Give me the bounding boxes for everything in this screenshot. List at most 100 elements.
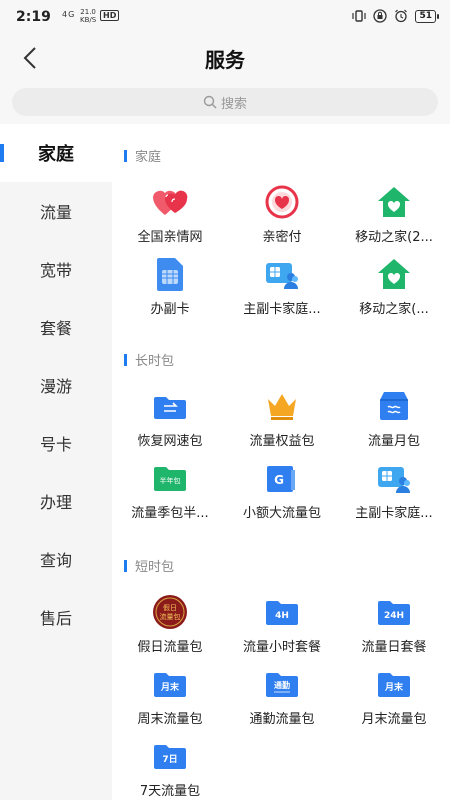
- service-item[interactable]: 7日 7天流量包: [114, 736, 226, 800]
- badge-text: 24H: [384, 611, 404, 621]
- service-label: 亲密付: [262, 226, 301, 245]
- search-area: 搜索: [0, 80, 450, 124]
- sidebar-item-apply[interactable]: 办理: [0, 472, 112, 530]
- crown-icon: [265, 391, 299, 421]
- service-item[interactable]: 移动之家(...: [338, 254, 450, 326]
- sidebar-item-aftersales[interactable]: 售后: [0, 588, 112, 646]
- badge-text: 月末: [160, 681, 180, 693]
- service-content: 家庭 全国亲情网 亲密付 移动之家(2... 办副卡 主副卡家庭... 移动之家…: [112, 124, 450, 800]
- page-title: 服务: [0, 44, 450, 73]
- sim-card-icon: [155, 256, 185, 292]
- badge-text: G: [274, 473, 284, 487]
- seven-day-icon: 7日: [153, 741, 187, 771]
- service-label: 主副卡家庭...: [243, 298, 320, 317]
- service-item[interactable]: G 小额大流量包: [226, 458, 338, 530]
- search-input[interactable]: 搜索: [12, 88, 438, 116]
- badge-text: 4H: [275, 611, 289, 621]
- day-icon: 24H: [377, 597, 411, 627]
- section-title-long: 长时包: [124, 350, 174, 369]
- speed-unit: KB/S: [80, 16, 96, 24]
- weekend-icon: 月末: [153, 669, 187, 699]
- g-data-icon: G: [265, 462, 299, 494]
- badge-text: 半年包: [160, 476, 181, 485]
- service-item[interactable]: 主副卡家庭...: [226, 254, 338, 326]
- service-item[interactable]: 主副卡家庭...: [338, 458, 450, 530]
- hour-icon: 4H: [265, 597, 299, 627]
- sidebar-item-data[interactable]: 流量: [0, 182, 112, 240]
- service-item[interactable]: 办副卡: [114, 254, 226, 326]
- service-item[interactable]: 半年包 流量季包半...: [114, 458, 226, 530]
- alarm-icon: [394, 9, 408, 23]
- category-sidebar: 家庭 流量 宽带 套餐 漫游 号卡 办理 查询 售后: [0, 124, 112, 800]
- badge-text: 流量包: [160, 612, 181, 621]
- service-label: 假日流量包: [137, 636, 202, 655]
- service-item[interactable]: 通勤 通勤流量包: [226, 664, 338, 736]
- service-item[interactable]: 亲密付: [226, 182, 338, 254]
- service-item[interactable]: 4H 流量小时套餐: [226, 592, 338, 664]
- service-item[interactable]: 24H 流量日套餐: [338, 592, 450, 664]
- section-marker: [124, 560, 127, 572]
- speed-value: 21.0: [80, 8, 96, 16]
- section-marker: [124, 150, 127, 162]
- service-item[interactable]: 恢复网速包: [114, 386, 226, 458]
- sidebar-item-broadband[interactable]: 宽带: [0, 240, 112, 298]
- section-label: 短时包: [135, 556, 174, 575]
- sidebar-item-family[interactable]: 家庭: [0, 124, 112, 182]
- service-label: 办副卡: [150, 298, 189, 317]
- service-item[interactable]: 全国亲情网: [114, 182, 226, 254]
- home-heart-icon: [376, 257, 412, 291]
- service-label: 流量小时套餐: [243, 636, 321, 655]
- service-label: 流量权益包: [249, 430, 314, 449]
- section-label: 家庭: [135, 146, 161, 165]
- restore-speed-icon: [153, 391, 187, 421]
- header: 服务: [0, 36, 450, 80]
- service-item[interactable]: 流量月包: [338, 386, 450, 458]
- sidebar-item-query[interactable]: 查询: [0, 530, 112, 588]
- sidebar-item-plans[interactable]: 套餐: [0, 298, 112, 356]
- section-title-short: 短时包: [124, 556, 174, 575]
- service-label: 月末流量包: [361, 708, 426, 727]
- half-year-icon: 半年包: [153, 463, 187, 493]
- service-label: 流量月包: [368, 430, 420, 449]
- service-label: 7天流量包: [140, 780, 200, 799]
- holiday-icon: 假日流量包: [152, 594, 188, 630]
- service-label: 周末流量包: [137, 708, 202, 727]
- wave-box-icon: [378, 390, 410, 422]
- service-item[interactable]: 流量权益包: [226, 386, 338, 458]
- badge-text: 月末: [384, 681, 404, 693]
- status-time: 2:19: [16, 9, 51, 25]
- commute-icon: 通勤: [265, 669, 299, 699]
- section-marker: [124, 354, 127, 366]
- network-speed: 21.0 KB/S: [80, 8, 96, 24]
- service-item[interactable]: 月末 周末流量包: [114, 664, 226, 736]
- service-label: 通勤流量包: [249, 708, 314, 727]
- sidebar-item-roaming[interactable]: 漫游: [0, 356, 112, 414]
- service-label: 移动之家(2...: [355, 226, 433, 245]
- service-label: 恢复网速包: [137, 430, 202, 449]
- section-title-family: 家庭: [124, 146, 161, 165]
- sim-family-icon: [264, 257, 300, 291]
- service-item[interactable]: 假日流量包 假日流量包: [114, 592, 226, 664]
- sim-family-icon: [376, 461, 412, 495]
- service-label: 移动之家(...: [359, 298, 428, 317]
- home-heart-icon: [376, 185, 412, 219]
- badge-text: 7日: [162, 754, 177, 765]
- service-label: 全国亲情网: [137, 226, 202, 245]
- badge-text: 通勤: [274, 680, 290, 690]
- month-end-icon: 月末: [377, 669, 411, 699]
- hearts-icon: [152, 185, 188, 219]
- service-item[interactable]: 月末 月末流量包: [338, 664, 450, 736]
- service-label: 流量季包半...: [131, 502, 208, 521]
- battery-indicator: 51: [415, 10, 436, 23]
- status-bar: 2:19 4G 21.0 KB/S HD 51: [0, 0, 450, 36]
- badge-text: 假日: [163, 603, 177, 612]
- service-item[interactable]: 移动之家(2...: [338, 182, 450, 254]
- search-icon: [203, 95, 217, 109]
- lock-icon: [373, 9, 387, 23]
- section-label: 长时包: [135, 350, 174, 369]
- service-label: 流量日套餐: [361, 636, 426, 655]
- hd-badge: HD: [100, 10, 119, 21]
- sidebar-item-sim[interactable]: 号卡: [0, 414, 112, 472]
- heart-circle-icon: [264, 184, 300, 220]
- search-placeholder: 搜索: [221, 93, 247, 112]
